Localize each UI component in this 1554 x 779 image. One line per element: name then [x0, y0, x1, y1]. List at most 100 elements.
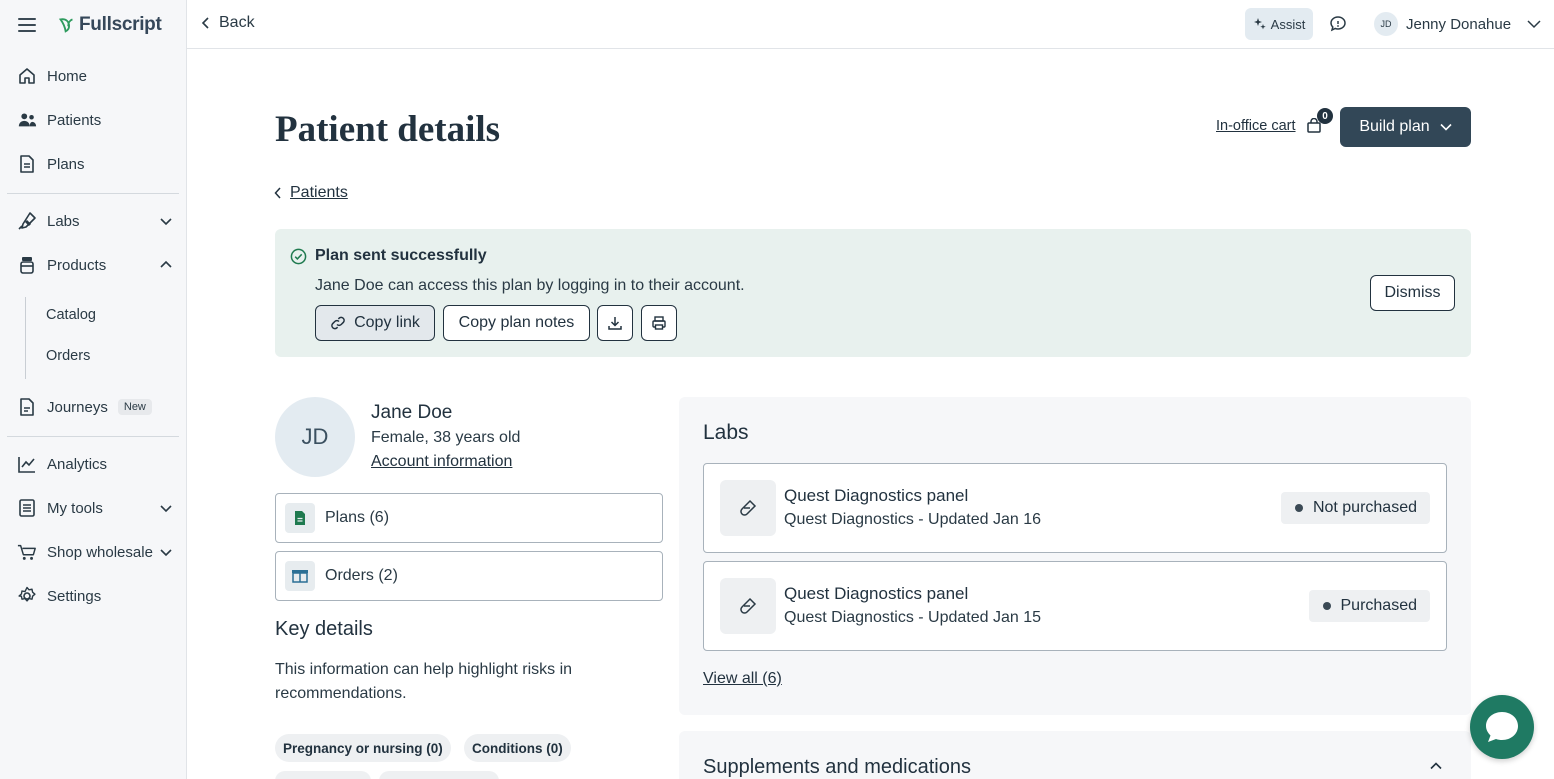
sidebar-divider [7, 436, 179, 437]
chevron-left-icon [201, 17, 209, 29]
chat-bubble-icon[interactable] [1329, 15, 1347, 33]
supplements-title: Supplements and medications [703, 756, 971, 778]
chevron-left-icon [274, 187, 281, 199]
sidebar-item-labs[interactable]: Labs [0, 201, 187, 241]
sparkle-icon [1253, 18, 1266, 30]
view-all-labs-link[interactable]: View all (6) [703, 670, 782, 688]
sidebar-item-label: Plans [47, 155, 85, 173]
leaf-icon [58, 18, 73, 33]
brand-logo[interactable]: Fullscript [58, 14, 162, 36]
chevron-down-icon [1527, 20, 1541, 29]
avatar: JD [1374, 12, 1398, 36]
orders-count-label: Orders (2) [325, 567, 398, 584]
download-icon [608, 317, 622, 330]
patient-name: Jane Doe [371, 402, 453, 423]
sidebar-item-label: Labs [47, 212, 80, 230]
check-circle-icon [290, 248, 307, 265]
menu-icon[interactable] [18, 17, 36, 32]
sidebar-item-plans[interactable]: Plans [0, 144, 187, 184]
analytics-icon [17, 454, 37, 474]
patient-avatar: JD [275, 397, 355, 477]
new-badge: New [117, 399, 152, 415]
sidebar-item-label: Analytics [47, 455, 108, 473]
status-dot [1294, 504, 1303, 512]
copy-plan-notes-button[interactable]: Copy plan notes [443, 305, 590, 341]
breadcrumb[interactable]: Patients [274, 184, 348, 202]
chip-partially-visible[interactable] [379, 771, 499, 779]
sidebar-item-patients[interactable]: Patients [0, 100, 187, 140]
status-label: Not purchased [1312, 499, 1417, 516]
sidebar-item-label: Settings [47, 587, 102, 605]
back-label: Back [219, 14, 255, 31]
lab-meta: Quest Diagnostics - Updated Jan 16 [784, 511, 1042, 528]
patient-demographics: Female, 38 years old [371, 429, 521, 446]
labs-panel: Labs Quest Diagnostics panel Quest Diagn… [679, 397, 1471, 715]
dismiss-button[interactable]: Dismiss [1370, 275, 1455, 311]
plans-count-label: Plans (6) [325, 509, 390, 526]
sidebar-item-home[interactable]: Home [0, 56, 187, 96]
lab-meta: Quest Diagnostics - Updated Jan 15 [784, 609, 1042, 626]
lab-item[interactable]: Quest Diagnostics panel Quest Diagnostic… [703, 561, 1447, 651]
alert-title: Plan sent successfully [315, 247, 487, 264]
home-icon [17, 66, 37, 86]
breadcrumb-patients: Patients [290, 184, 348, 201]
chip-partially-visible[interactable] [275, 771, 371, 779]
chevron-down-icon [160, 549, 172, 557]
chevron-up-icon [160, 260, 172, 268]
journeys-icon [17, 397, 37, 417]
status-dot [1322, 602, 1331, 610]
gear-icon [17, 586, 37, 606]
link-icon [331, 316, 345, 330]
build-plan-button[interactable]: Build plan [1340, 107, 1471, 147]
lab-item[interactable]: Quest Diagnostics panel Quest Diagnostic… [703, 463, 1447, 553]
sidebar-item-label: Home [47, 67, 88, 85]
copy-link-button[interactable]: Copy link [315, 305, 435, 341]
account-information-link[interactable]: Account information [371, 453, 512, 471]
sidebar-item-analytics[interactable]: Analytics [0, 444, 187, 484]
sidebar-item-products[interactable]: Products [0, 245, 187, 285]
in-office-cart-link[interactable]: In-office cart [1216, 118, 1296, 134]
user-menu[interactable]: JD Jenny Donahue [1374, 12, 1541, 36]
chip-conditions[interactable]: Conditions (0) [464, 734, 571, 762]
status-label: Purchased [1340, 597, 1418, 614]
tools-icon [17, 498, 37, 518]
sidebar-item-label: Patients [47, 111, 102, 129]
chat-support-button[interactable] [1470, 695, 1534, 759]
build-plan-label: Build plan [1359, 118, 1430, 135]
submenu-rail [25, 297, 26, 379]
printer-icon [652, 316, 666, 330]
copy-link-label: Copy link [354, 314, 420, 331]
chevron-up-icon[interactable] [1429, 759, 1443, 773]
assist-button[interactable]: Assist [1245, 8, 1313, 40]
back-button[interactable]: Back [201, 14, 255, 32]
sidebar-item-label: Shop wholesale [47, 543, 153, 561]
print-button[interactable] [641, 305, 677, 341]
plans-icon [285, 503, 315, 533]
sidebar-subitem-orders[interactable]: Orders [46, 348, 90, 364]
copy-notes-label: Copy plan notes [458, 314, 575, 331]
lab-name: Quest Diagnostics panel [784, 584, 969, 603]
test-tube-icon [720, 578, 776, 634]
plans-icon [17, 154, 37, 174]
patients-icon [17, 110, 37, 130]
chevron-down-icon [160, 505, 172, 513]
user-name: Jenny Donahue [1406, 15, 1512, 33]
sidebar-item-settings[interactable]: Settings [0, 576, 187, 616]
sidebar-item-shop-wholesale[interactable]: Shop wholesale [0, 532, 187, 572]
download-button[interactable] [597, 305, 633, 341]
sidebar-item-my-tools[interactable]: My tools [0, 488, 187, 528]
key-details-description: This information can help highlight risk… [275, 661, 573, 702]
sidebar: Fullscript Home Patients Plans Labs Prod… [0, 0, 187, 779]
chip-pregnancy-nursing[interactable]: Pregnancy or nursing (0) [275, 734, 451, 762]
cart-icon [17, 542, 37, 562]
chevron-down-icon [1440, 123, 1452, 131]
sidebar-item-journeys[interactable]: Journeys New [0, 387, 187, 427]
status-badge: Not purchased [1280, 492, 1430, 524]
labs-title: Labs [703, 421, 749, 444]
supplements-panel: Supplements and medications [679, 731, 1471, 779]
alert-message: Jane Doe can access this plan by logging… [315, 277, 745, 294]
patient-plans-link[interactable]: Plans (6) [275, 493, 663, 543]
labs-icon [17, 211, 37, 231]
sidebar-subitem-catalog[interactable]: Catalog [46, 307, 96, 323]
patient-orders-link[interactable]: Orders (2) [275, 551, 663, 601]
